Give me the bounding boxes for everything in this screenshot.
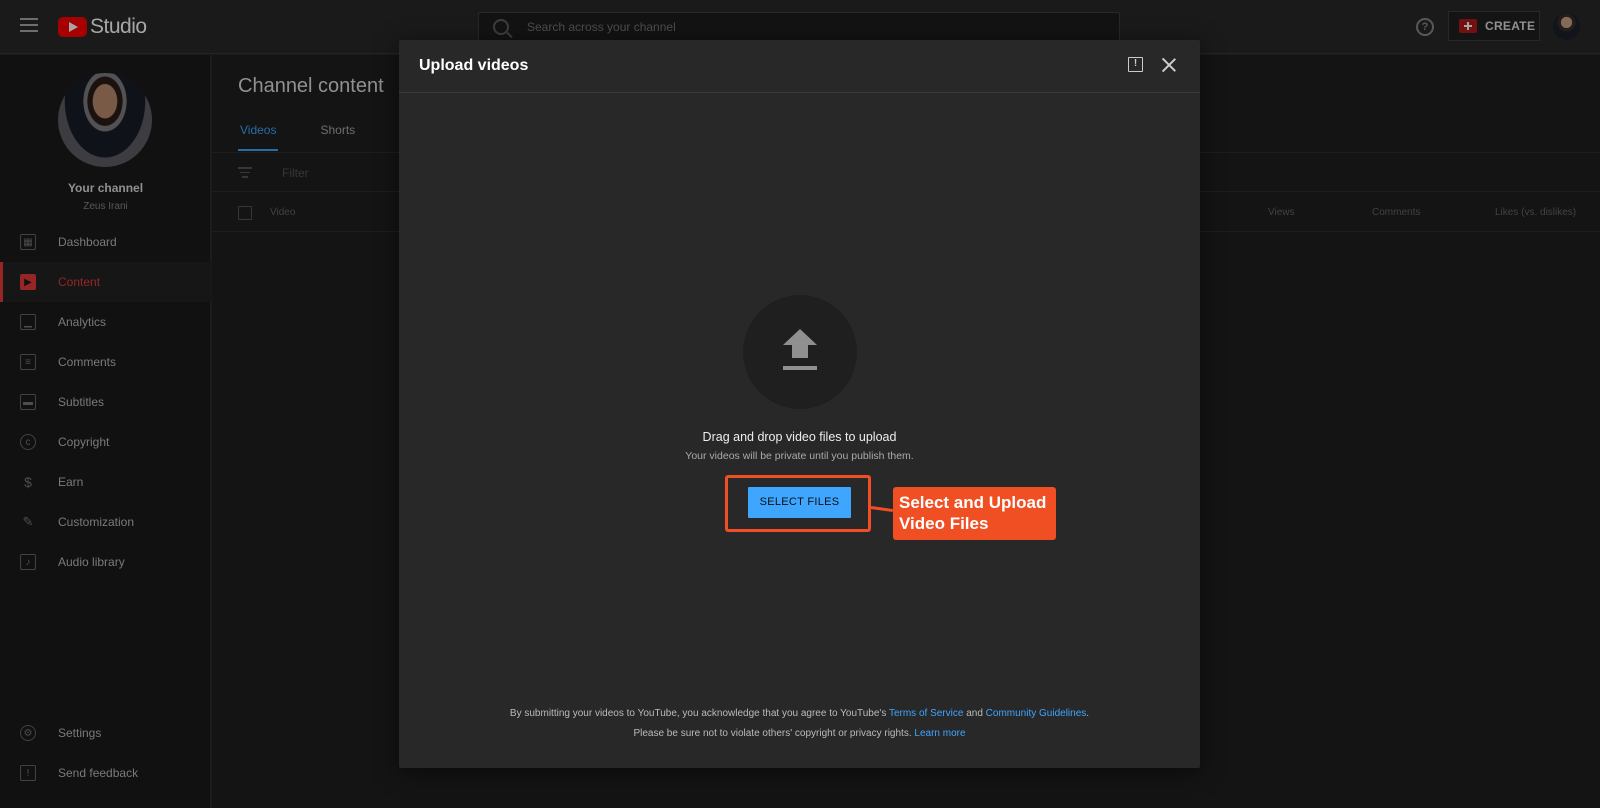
annotation-connector [870,506,893,513]
annotation-highlight-box [725,475,871,532]
copyright-notice-text: Please be sure not to violate others' co… [633,728,915,739]
callout-line-1: Select and Upload [899,493,1047,512]
learn-more-link[interactable]: Learn more [914,728,965,739]
upload-dialog: Upload videos ! Drag and drop video file… [399,40,1200,768]
send-feedback-icon[interactable]: ! [1128,57,1143,72]
upload-drop-zone[interactable] [743,295,857,409]
dialog-title: Upload videos [419,57,529,74]
and-text: and [963,708,986,719]
terms-of-service-link[interactable]: Terms of Service [889,708,963,719]
close-icon[interactable] [1161,57,1177,73]
community-guidelines-link[interactable]: Community Guidelines [986,708,1087,719]
terms-notice: By submitting your videos to YouTube, yo… [399,708,1200,719]
terms-notice-text: By submitting your videos to YouTube, yo… [509,708,889,719]
callout-line-2: Video Files [899,514,989,533]
drag-drop-text: Drag and drop video files to upload [702,430,897,444]
upload-arrow-icon [782,329,818,375]
period-text: . [1086,708,1090,719]
privacy-note: Your videos will be private until you pu… [685,450,914,462]
dialog-header: Upload videos ! [399,40,1200,93]
copyright-notice: Please be sure not to violate others' co… [399,728,1200,739]
annotation-callout: Select and Upload Video Files [893,487,1056,540]
